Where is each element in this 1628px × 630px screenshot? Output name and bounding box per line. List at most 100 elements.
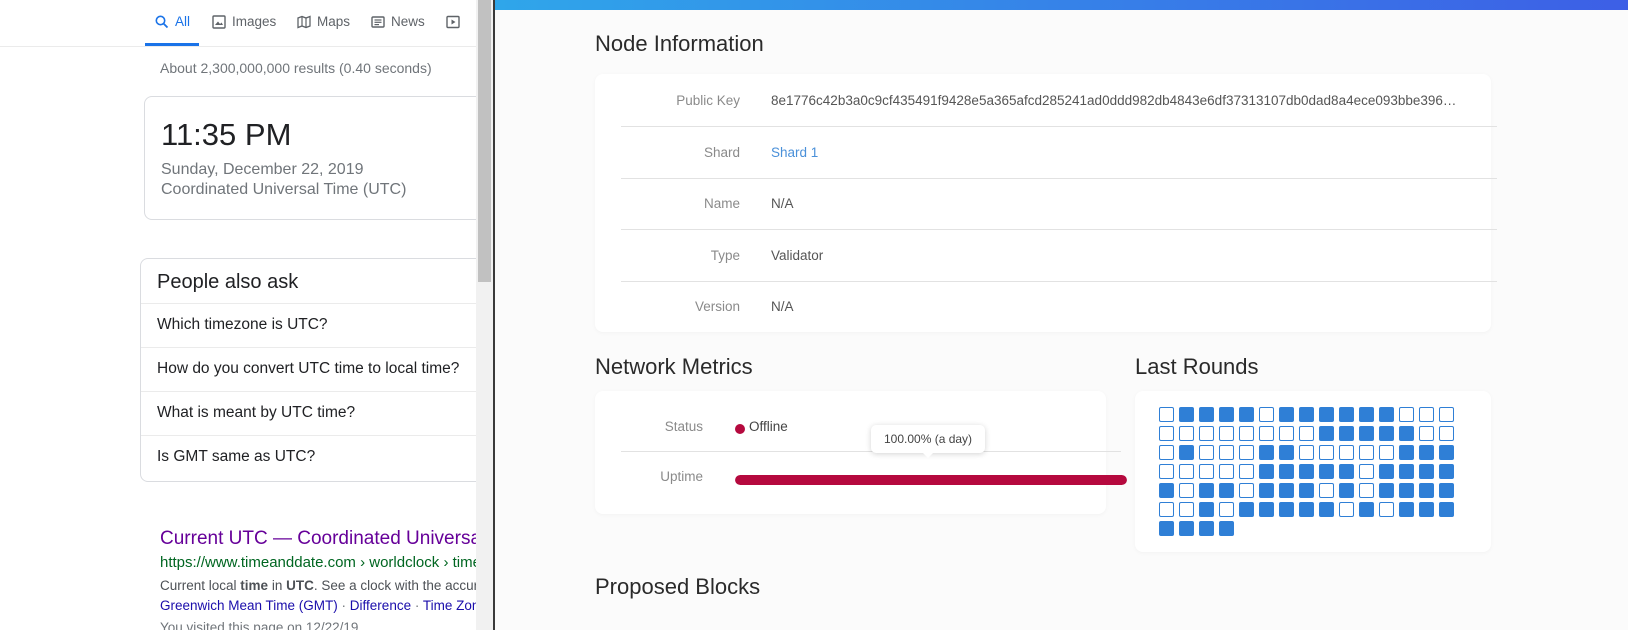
round-signed[interactable] [1359, 426, 1374, 441]
result-url[interactable]: https://www.timeanddate.com › worldclock… [160, 554, 478, 571]
round-signed[interactable] [1179, 521, 1194, 536]
round-signed[interactable] [1239, 407, 1254, 422]
round-signed[interactable] [1359, 502, 1374, 517]
scrollbar-thumb[interactable] [478, 0, 491, 282]
round-missed[interactable] [1299, 426, 1314, 441]
round-missed[interactable] [1439, 426, 1454, 441]
round-signed[interactable] [1399, 483, 1414, 498]
round-signed[interactable] [1199, 407, 1214, 422]
round-signed[interactable] [1219, 483, 1234, 498]
round-missed[interactable] [1379, 502, 1394, 517]
round-missed[interactable] [1399, 407, 1414, 422]
round-signed[interactable] [1419, 483, 1434, 498]
round-signed[interactable] [1259, 464, 1274, 479]
tab-images[interactable]: Images [212, 14, 276, 46]
round-signed[interactable] [1279, 502, 1294, 517]
round-missed[interactable] [1319, 445, 1334, 460]
tab-news[interactable]: News [371, 14, 425, 46]
round-signed[interactable] [1379, 483, 1394, 498]
round-signed[interactable] [1399, 502, 1414, 517]
round-missed[interactable] [1239, 445, 1254, 460]
round-signed[interactable] [1419, 445, 1434, 460]
round-signed[interactable] [1159, 521, 1174, 536]
round-signed[interactable] [1319, 464, 1334, 479]
round-missed[interactable] [1339, 502, 1354, 517]
round-signed[interactable] [1259, 445, 1274, 460]
round-signed[interactable] [1339, 407, 1354, 422]
sitelink-difference[interactable]: Difference [350, 598, 411, 613]
round-signed[interactable] [1279, 445, 1294, 460]
round-missed[interactable] [1419, 426, 1434, 441]
result-title-link[interactable]: Current UTC — Coordinated Universal Time [160, 528, 478, 550]
round-missed[interactable] [1439, 407, 1454, 422]
round-signed[interactable] [1219, 521, 1234, 536]
round-signed[interactable] [1299, 407, 1314, 422]
round-missed[interactable] [1199, 426, 1214, 441]
round-signed[interactable] [1439, 445, 1454, 460]
round-missed[interactable] [1319, 483, 1334, 498]
round-signed[interactable] [1359, 407, 1374, 422]
round-signed[interactable] [1339, 426, 1354, 441]
round-signed[interactable] [1259, 483, 1274, 498]
round-signed[interactable] [1199, 521, 1214, 536]
round-missed[interactable] [1419, 407, 1434, 422]
shard-link[interactable]: Shard 1 [771, 145, 1461, 160]
round-signed[interactable] [1319, 426, 1334, 441]
tab-maps[interactable]: Maps [297, 14, 350, 46]
tab-all[interactable]: All [145, 14, 199, 46]
round-signed[interactable] [1279, 483, 1294, 498]
round-signed[interactable] [1219, 407, 1234, 422]
paa-question[interactable]: What is meant by UTC time? [141, 391, 478, 435]
round-missed[interactable] [1199, 464, 1214, 479]
round-signed[interactable] [1179, 407, 1194, 422]
sitelink-time-zone[interactable]: Time Zone [423, 598, 478, 613]
round-missed[interactable] [1159, 445, 1174, 460]
round-missed[interactable] [1219, 464, 1234, 479]
tab-videos[interactable] [446, 14, 460, 46]
round-signed[interactable] [1339, 483, 1354, 498]
uptime-bar[interactable] [735, 475, 1127, 485]
round-missed[interactable] [1359, 445, 1374, 460]
round-signed[interactable] [1279, 464, 1294, 479]
round-missed[interactable] [1179, 426, 1194, 441]
round-missed[interactable] [1159, 502, 1174, 517]
round-missed[interactable] [1339, 445, 1354, 460]
round-signed[interactable] [1379, 407, 1394, 422]
left-scrollbar[interactable] [476, 0, 493, 630]
paa-question[interactable]: Which timezone is UTC? [141, 303, 478, 347]
round-missed[interactable] [1239, 426, 1254, 441]
round-missed[interactable] [1199, 445, 1214, 460]
round-signed[interactable] [1319, 407, 1334, 422]
round-missed[interactable] [1259, 407, 1274, 422]
round-signed[interactable] [1399, 464, 1414, 479]
round-signed[interactable] [1299, 483, 1314, 498]
round-signed[interactable] [1419, 464, 1434, 479]
round-missed[interactable] [1359, 483, 1374, 498]
round-signed[interactable] [1239, 502, 1254, 517]
round-signed[interactable] [1339, 464, 1354, 479]
paa-question[interactable]: How do you convert UTC time to local tim… [141, 347, 478, 391]
round-missed[interactable] [1259, 426, 1274, 441]
round-signed[interactable] [1179, 445, 1194, 460]
round-missed[interactable] [1279, 426, 1294, 441]
round-signed[interactable] [1299, 464, 1314, 479]
round-signed[interactable] [1439, 483, 1454, 498]
round-missed[interactable] [1179, 502, 1194, 517]
round-signed[interactable] [1419, 502, 1434, 517]
round-signed[interactable] [1379, 426, 1394, 441]
round-missed[interactable] [1219, 426, 1234, 441]
round-missed[interactable] [1179, 483, 1194, 498]
round-missed[interactable] [1379, 445, 1394, 460]
paa-question[interactable]: Is GMT same as UTC? [141, 435, 478, 479]
round-signed[interactable] [1399, 445, 1414, 460]
round-missed[interactable] [1359, 464, 1374, 479]
sitelink-gmt[interactable]: Greenwich Mean Time (GMT) [160, 598, 338, 613]
round-missed[interactable] [1239, 483, 1254, 498]
round-missed[interactable] [1159, 426, 1174, 441]
round-signed[interactable] [1439, 502, 1454, 517]
round-missed[interactable] [1219, 445, 1234, 460]
round-signed[interactable] [1199, 502, 1214, 517]
round-signed[interactable] [1279, 407, 1294, 422]
round-signed[interactable] [1299, 502, 1314, 517]
round-missed[interactable] [1179, 464, 1194, 479]
